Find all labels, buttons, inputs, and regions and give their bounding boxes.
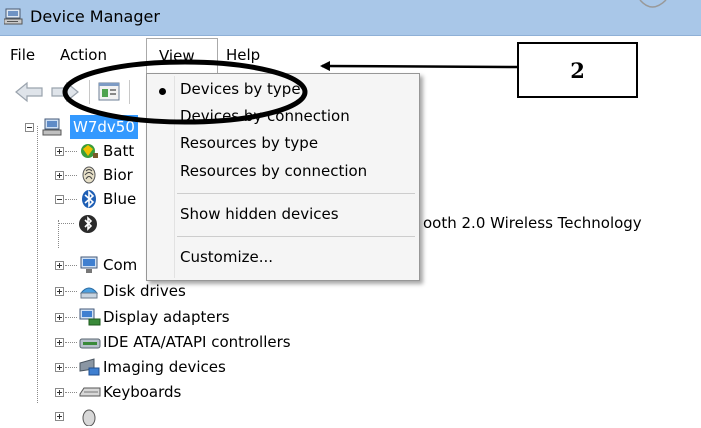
menu-action[interactable]: Action — [60, 46, 107, 64]
radio-bullet-icon — [159, 88, 166, 95]
menu-view[interactable]: View — [146, 38, 218, 74]
tree-branch — [65, 342, 77, 343]
node-label: Batt — [103, 142, 135, 160]
expand-icon[interactable] — [55, 147, 64, 156]
tree-connector-sub — [58, 220, 59, 248]
node-label: Imaging devices — [103, 358, 226, 376]
ide-controller-icon — [79, 338, 101, 349]
collapse-icon[interactable] — [25, 123, 34, 132]
expand-icon[interactable] — [55, 287, 64, 296]
root-label: W7dv50 — [70, 115, 138, 139]
menu-item-resources-by-type[interactable]: Resources by type — [180, 134, 318, 152]
bluetooth-device-icon — [79, 215, 97, 233]
battery-icon — [81, 144, 98, 158]
node-label: Keyboards — [103, 383, 182, 401]
forward-arrow-icon[interactable] — [50, 81, 80, 103]
computer-root-icon — [42, 118, 62, 136]
menu-item-devices-by-connection[interactable]: Devices by connection — [180, 107, 350, 125]
menu-file[interactable]: File — [10, 46, 35, 64]
title-bar: Device Manager — [0, 0, 701, 36]
menu-view-label: View — [159, 47, 195, 65]
tree-connector — [37, 126, 38, 403]
expand-icon[interactable] — [55, 363, 64, 372]
tree-branch — [65, 199, 77, 200]
menu-item-resources-by-connection[interactable]: Resources by connection — [180, 162, 367, 180]
tree-branch — [65, 151, 77, 152]
tree-branch — [65, 291, 77, 292]
computer-icon — [80, 256, 98, 273]
collapse-icon[interactable] — [55, 195, 64, 204]
node-label: Display adapters — [103, 308, 230, 326]
keyboard-icon — [79, 387, 101, 397]
menu-item-customize[interactable]: Customize... — [180, 248, 273, 266]
expand-icon — [55, 412, 64, 421]
menu-gutter — [174, 76, 175, 278]
tree-branch — [65, 175, 77, 176]
menu-separator — [177, 236, 415, 237]
expand-icon[interactable] — [55, 171, 64, 180]
back-arrow-icon[interactable] — [14, 81, 44, 103]
tree-branch — [65, 392, 77, 393]
node-label: Blue — [103, 190, 137, 208]
display-adapter-icon — [79, 308, 101, 326]
annotation-callout: 2 — [517, 42, 638, 98]
menu-item-show-hidden-devices[interactable]: Show hidden devices — [180, 205, 339, 223]
window-title: Device Manager — [30, 7, 160, 26]
menu-separator — [177, 193, 415, 194]
node-label: Disk drives — [103, 282, 186, 300]
tree-branch — [65, 317, 77, 318]
view-menu-dropdown: Devices by type Devices by connection Re… — [146, 73, 420, 281]
expand-icon[interactable] — [55, 388, 64, 397]
expand-icon[interactable] — [55, 338, 64, 347]
menu-help[interactable]: Help — [226, 46, 260, 64]
expand-icon[interactable] — [55, 261, 64, 270]
bluetooth-icon — [82, 190, 96, 208]
node-label: Bior — [103, 166, 133, 184]
expand-icon[interactable] — [55, 313, 64, 322]
tree-branch — [58, 223, 74, 224]
callout-number: 2 — [570, 57, 585, 83]
disk-drive-icon — [79, 287, 99, 299]
tree-branch — [65, 265, 77, 266]
toolbar-separator-2 — [129, 80, 130, 104]
mouse-icon — [82, 409, 96, 426]
node-label: IDE ATA/ATAPI controllers — [103, 333, 291, 351]
toolbar-separator — [89, 80, 90, 104]
menu-item-devices-by-type[interactable]: Devices by type — [180, 80, 301, 98]
tree-branch — [65, 367, 77, 368]
properties-icon[interactable] — [98, 82, 120, 102]
node-label: Com — [103, 256, 138, 274]
node-label: ooth 2.0 Wireless Technology — [423, 214, 642, 232]
device-manager-icon — [4, 8, 23, 25]
camera-icon — [79, 358, 100, 376]
fingerprint-icon — [82, 166, 96, 184]
